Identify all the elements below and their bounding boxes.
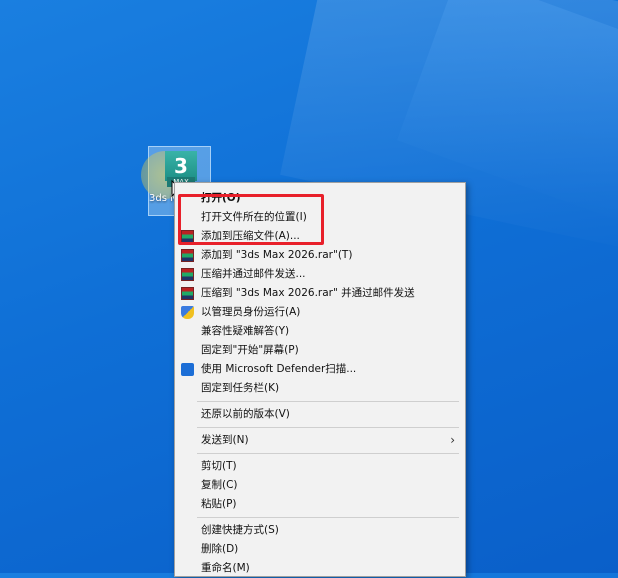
annotation-highlight-box xyxy=(178,194,324,245)
menu-item-label: 添加到 "3ds Max 2026.rar"(T) xyxy=(201,249,353,261)
menu-item-label: 使用 Microsoft Defender扫描... xyxy=(201,363,357,375)
menu-separator xyxy=(197,517,459,518)
menu-item-label: 剪切(T) xyxy=(201,460,237,472)
menu-item[interactable]: 兼容性疑难解答(Y) xyxy=(175,322,465,341)
menu-item-label: 创建快捷方式(S) xyxy=(201,524,279,536)
menu-item[interactable]: 添加到 "3ds Max 2026.rar"(T) xyxy=(175,246,465,265)
menu-item-label: 以管理员身份运行(A) xyxy=(201,306,301,318)
menu-item[interactable]: 使用 Microsoft Defender扫描... xyxy=(175,360,465,379)
menu-item[interactable]: 复制(C) xyxy=(175,476,465,495)
defender-icon xyxy=(181,363,194,376)
submenu-arrow-icon: › xyxy=(450,433,455,447)
menu-item[interactable]: 还原以前的版本(V) xyxy=(175,405,465,424)
menu-separator xyxy=(197,401,459,402)
menu-item-label: 粘贴(P) xyxy=(201,498,237,510)
menu-item-label: 删除(D) xyxy=(201,543,239,555)
menu-item-label: 发送到(N) xyxy=(201,434,249,446)
menu-item-label: 重命名(M) xyxy=(201,562,250,574)
menu-item-label: 固定到"开始"屏幕(P) xyxy=(201,344,299,356)
menu-item[interactable]: 删除(D) xyxy=(175,540,465,559)
menu-item[interactable]: 创建快捷方式(S) xyxy=(175,521,465,540)
menu-item[interactable]: 重命名(M) xyxy=(175,559,465,578)
menu-item[interactable]: 以管理员身份运行(A) xyxy=(175,303,465,322)
menu-item-label: 兼容性疑难解答(Y) xyxy=(201,325,290,337)
menu-item[interactable]: 压缩并通过邮件发送... xyxy=(175,265,465,284)
menu-item-label: 固定到任务栏(K) xyxy=(201,382,280,394)
menu-item[interactable]: 压缩到 "3ds Max 2026.rar" 并通过邮件发送 xyxy=(175,284,465,303)
menu-item-label: 复制(C) xyxy=(201,479,238,491)
rar-icon xyxy=(181,287,194,300)
rar-icon xyxy=(181,249,194,262)
menu-item[interactable]: 剪切(T) xyxy=(175,457,465,476)
menu-item[interactable]: 发送到(N) › xyxy=(175,431,465,450)
menu-item[interactable]: 固定到"开始"屏幕(P) xyxy=(175,341,465,360)
menu-item-label: 还原以前的版本(V) xyxy=(201,408,290,420)
uac-shield-icon xyxy=(181,306,194,319)
menu-item-label: 压缩到 "3ds Max 2026.rar" 并通过邮件发送 xyxy=(201,287,415,299)
menu-item[interactable]: 粘贴(P) xyxy=(175,495,465,514)
menu-separator xyxy=(197,427,459,428)
rar-icon xyxy=(181,268,194,281)
menu-item-label: 压缩并通过邮件发送... xyxy=(201,268,306,280)
menu-item[interactable]: 固定到任务栏(K) xyxy=(175,379,465,398)
menu-separator xyxy=(197,453,459,454)
